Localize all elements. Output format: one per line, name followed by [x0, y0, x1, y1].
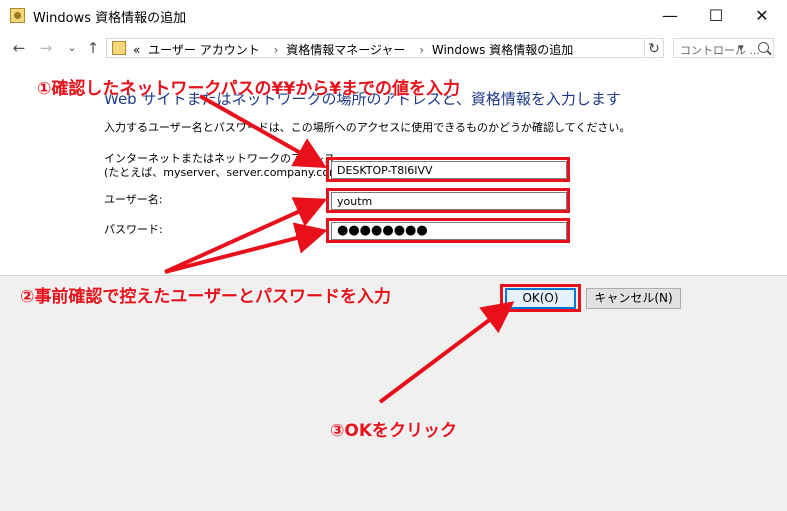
annotation-step1: ①確認したネットワークパスの¥¥から¥までの値を入力 — [37, 79, 461, 99]
arrow-step1 — [199, 94, 327, 168]
annotation-step3: ③OKをクリック — [330, 421, 458, 441]
arrow-step3 — [378, 301, 515, 404]
annotation-step2: ②事前確認で控えたユーザーとパスワードを入力 — [20, 287, 392, 307]
